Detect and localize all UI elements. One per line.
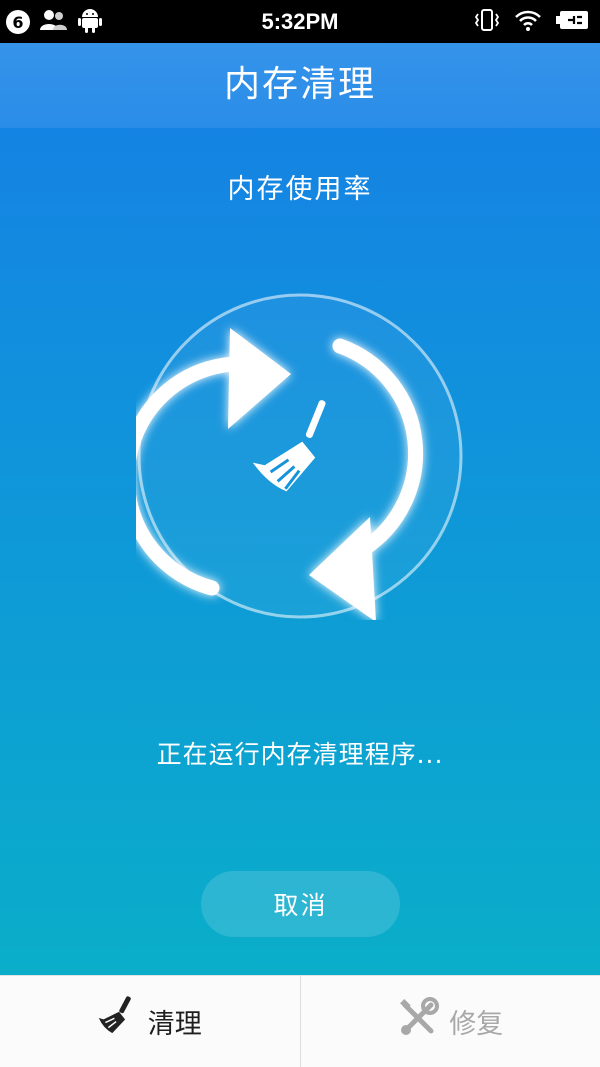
cancel-button[interactable]: 取消 xyxy=(201,871,400,937)
main-panel: 内存清理 内存使用率 正在运行内存清理程序... 取消 xyxy=(0,43,600,975)
contacts-icon xyxy=(40,9,68,35)
android-icon xyxy=(78,7,102,37)
battery-charging-icon xyxy=(556,10,590,34)
page-title: 内存清理 xyxy=(223,64,376,105)
notification-count-badge: 6 xyxy=(6,10,30,34)
nav-item-repair-label: 修复 xyxy=(449,1009,504,1040)
cleaning-status-text: 正在运行内存清理程序... xyxy=(156,740,444,769)
broom-icon xyxy=(98,996,138,1047)
nav-item-repair[interactable]: 修复 xyxy=(301,976,600,1067)
status-left-icons: 6 xyxy=(6,7,102,37)
vibrate-icon xyxy=(474,8,500,36)
nav-item-clean-label: 清理 xyxy=(147,1009,202,1040)
nav-item-clean[interactable]: 清理 xyxy=(0,976,300,1067)
cleaning-progress-ring xyxy=(136,292,464,620)
bottom-nav: 清理 修复 xyxy=(0,975,600,1067)
memory-usage-label: 内存使用率 xyxy=(227,174,373,205)
wifi-icon xyxy=(514,9,542,35)
tools-icon xyxy=(397,997,440,1046)
status-bar: 6 5:32PM xyxy=(0,0,600,43)
screen: 6 5:32PM 内存清理 内存使用率 正在运行内存清理程序... 取消 清理 … xyxy=(0,0,600,1067)
status-right-icons xyxy=(474,7,590,37)
title-bar: 内存清理 xyxy=(0,43,600,127)
